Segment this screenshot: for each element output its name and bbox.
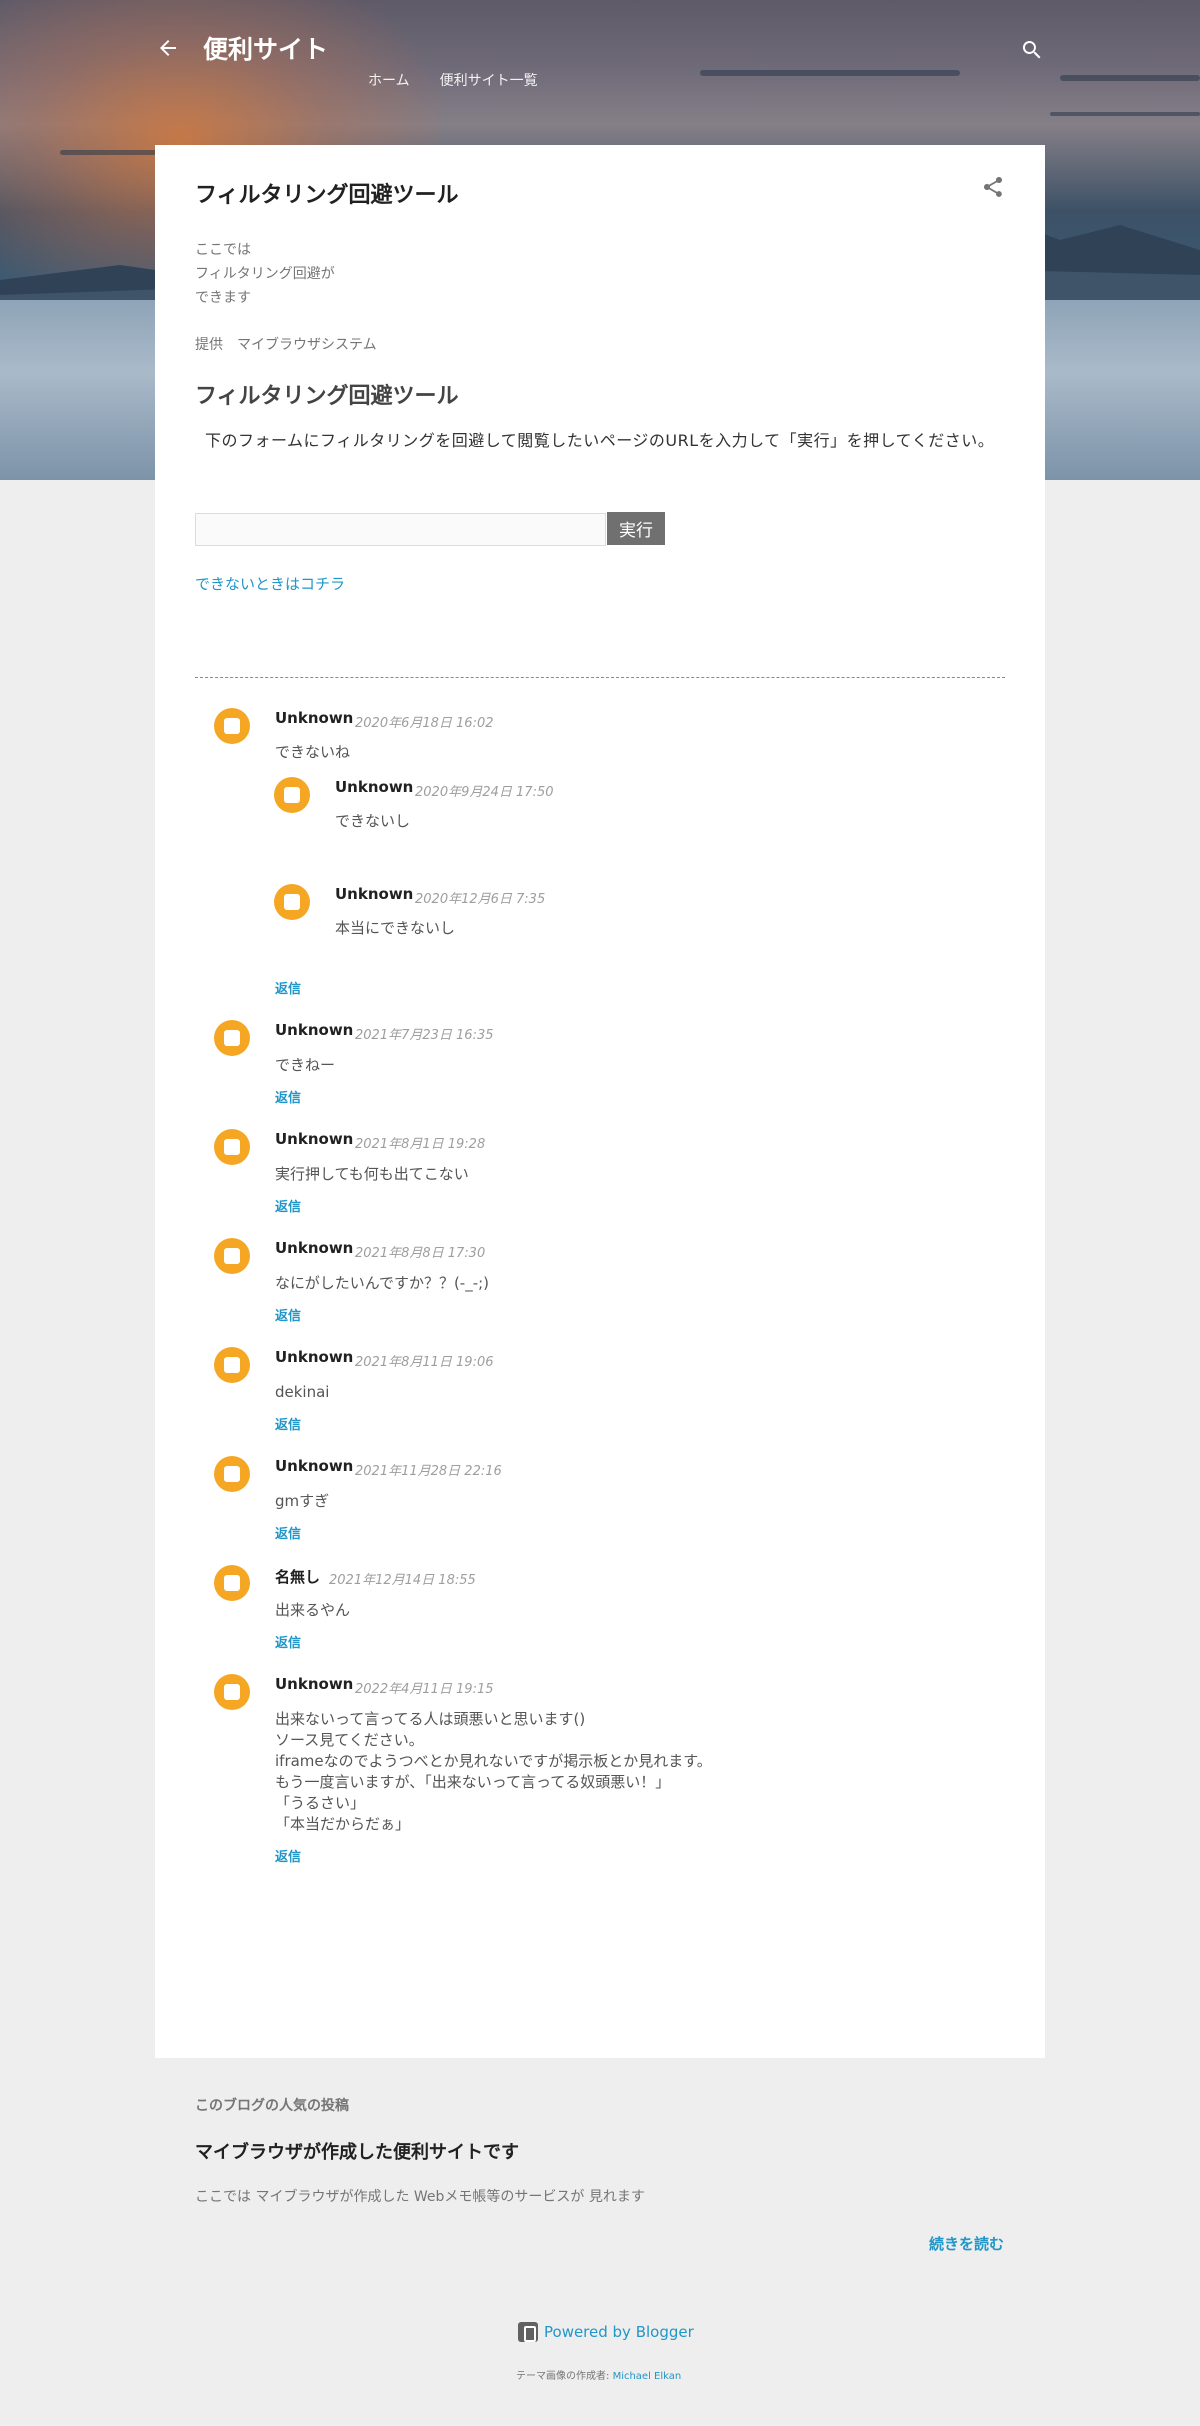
comment-body: ソース見てください。 [275,1731,424,1749]
site-header: 便利サイト ホーム 便利サイト一覧 [0,0,1200,140]
read-more-link[interactable]: 続きを読む [929,2233,1004,2254]
comment-date[interactable]: 2021年7月23日 16:35 [355,1024,494,1043]
reply-author[interactable]: Unknown [335,885,413,903]
comment-body: 出来るやん [275,1601,351,1619]
comments-divider [195,677,1005,678]
blogger-avatar-icon [214,1674,250,1710]
popular-post-snippet: ここでは マイブラウザが作成した Webメモ帳等のサービスが 見れます [195,2189,645,2205]
blogger-avatar-icon [214,1238,250,1274]
nav-item-site-list[interactable]: 便利サイト一覧 [440,70,538,90]
comment-body: 出来ないって言ってる人は頭悪いと思います() [275,1710,586,1728]
blogger-avatar-icon [214,708,250,744]
comment-date[interactable]: 2021年8月8日 17:30 [355,1242,485,1261]
blogger-avatar-icon [214,1347,250,1383]
reply-link[interactable]: 返信 [275,1846,301,1865]
comment-date[interactable]: 2021年8月1日 19:28 [355,1133,485,1152]
blogger-avatar-icon [214,1456,250,1492]
popular-posts-label: このブログの人気の投稿 [195,2098,349,2114]
arrow-back-icon[interactable] [156,36,180,60]
comment-author[interactable]: Unknown [275,1675,353,1693]
reply-link[interactable]: 返信 [275,978,301,997]
comment-body: 実行押しても何も出てこない [275,1165,469,1183]
comment-author[interactable]: Unknown [275,709,353,727]
comment-author[interactable]: 名無し [275,1566,320,1587]
blogger-avatar-icon [274,884,310,920]
reply-link[interactable]: 返信 [275,1305,301,1324]
comment-body: できねー [275,1056,336,1074]
comment-body: dekinai [275,1383,330,1401]
credit-author-link[interactable]: Michael Elkan [613,2371,682,2382]
reply-link[interactable]: 返信 [275,1196,301,1215]
main-nav: ホーム 便利サイト一覧 [368,70,538,90]
comment-author[interactable]: Unknown [275,1457,353,1475]
run-button[interactable]: 実行 [607,512,665,545]
comment-body: 「本当だからだぁ」 [275,1815,411,1833]
blogger-avatar-icon [214,1565,250,1601]
reply-link[interactable]: 返信 [275,1087,301,1106]
comment-body: gmすぎ [275,1492,330,1510]
comment-body: 「うるさい」 [275,1794,366,1812]
reply-link[interactable]: 返信 [275,1523,301,1542]
reply-date[interactable]: 2020年9月24日 17:50 [415,781,554,800]
blogger-logo-icon [518,2322,538,2342]
comment-author[interactable]: Unknown [275,1348,353,1366]
blogger-avatar-icon [274,777,310,813]
tool-instruction: 下のフォームにフィルタリングを回避して閲覧したいページのURLを入力して「実行」… [205,431,995,450]
comment-date[interactable]: 2021年12月14日 18:55 [329,1569,476,1588]
url-input[interactable] [195,513,606,546]
comment-date[interactable]: 2020年6月18日 16:02 [355,712,494,731]
tool-heading: フィルタリング回避ツール [195,384,459,409]
post-title: フィルタリング回避ツール [195,183,459,208]
reply-date[interactable]: 2020年12月6日 7:35 [415,888,545,907]
share-icon[interactable] [981,175,1005,199]
theme-credit: テーマ画像の作成者: Michael Elkan [516,2371,682,2382]
comment-date[interactable]: 2021年8月11日 19:06 [355,1351,494,1370]
provider-text: 提供 マイブラウザシステム [195,337,377,353]
fallback-link[interactable]: できないときはコチラ [195,573,345,594]
comment-author[interactable]: Unknown [275,1130,353,1148]
comment-body: もう一度言いますが、「出来ないって言ってる奴頭悪い！」 [275,1773,671,1791]
reply-link[interactable]: 返信 [275,1632,301,1651]
blogger-avatar-icon [214,1129,250,1165]
reply-body: 本当にできないし [335,919,456,937]
comment-author[interactable]: Unknown [275,1021,353,1039]
popular-post-title[interactable]: マイブラウザが作成した便利サイトです [195,2138,519,2164]
nav-item-home[interactable]: ホーム [368,70,410,90]
comment-date[interactable]: 2021年11月28日 22:16 [355,1460,502,1479]
post-intro: ここでは フィルタリング回避が できます [195,242,335,306]
reply-body: できないし [335,812,411,830]
blogger-avatar-icon [214,1020,250,1056]
powered-by-text[interactable]: Powered by Blogger [544,2323,694,2341]
site-title[interactable]: 便利サイト [203,30,328,66]
reply-link[interactable]: 返信 [275,1414,301,1433]
search-icon[interactable] [1020,38,1044,62]
comment-date[interactable]: 2022年4月11日 19:15 [355,1678,494,1697]
comment-author[interactable]: Unknown [275,1239,353,1257]
comment-body: なにがしたいんですか？？(-_-;) [275,1274,490,1292]
comment-body: iframeなのでようつべとか見れないですが掲示板とか見れます。 [275,1752,712,1770]
powered-by-blogger-link[interactable]: Powered by Blogger [518,2322,694,2342]
comment-body: できないね [275,743,351,761]
reply-author[interactable]: Unknown [335,778,413,796]
